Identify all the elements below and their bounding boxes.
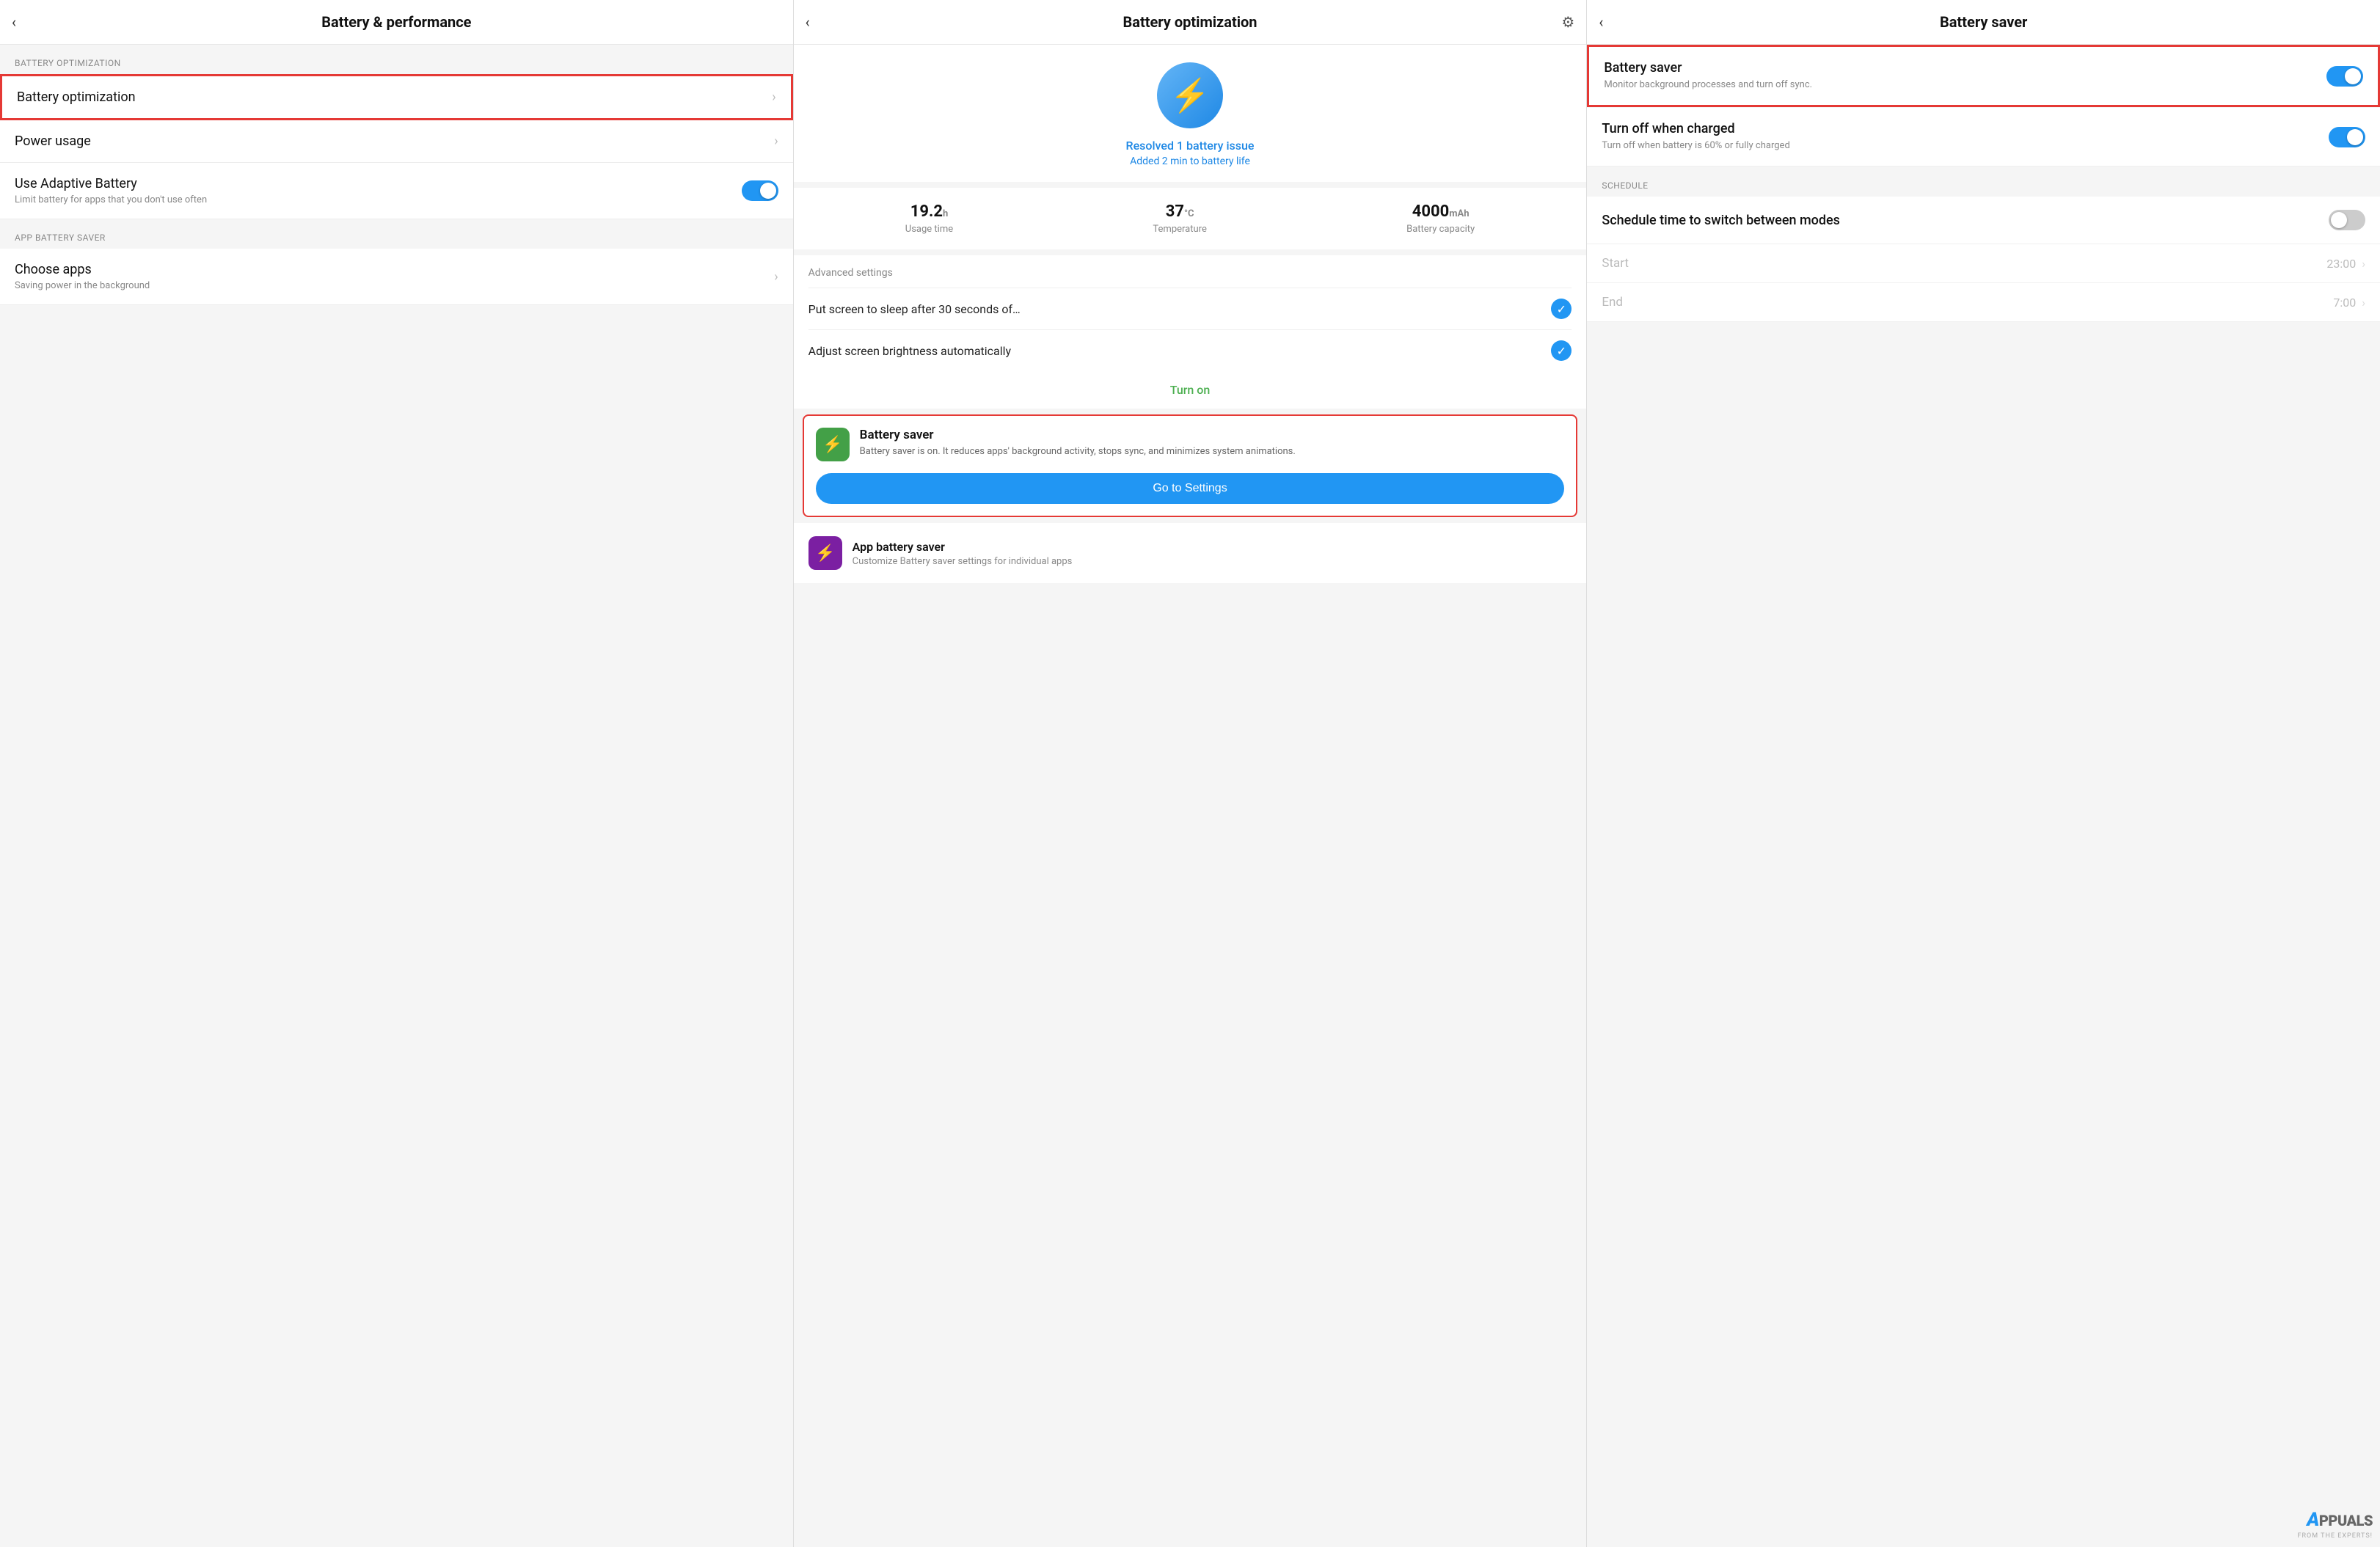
start-time-item[interactable]: Start 23:00 › [1587,244,2380,283]
capacity-stat: 4000mAh Battery capacity [1406,202,1475,235]
battery-stats: 19.2h Usage time 37°C Temperature 4000mA… [794,188,1587,249]
panel2-back-icon[interactable]: ‹ [806,13,810,31]
end-value: 7:00 [2333,296,2356,310]
app-saver-icon-box: ⚡ [808,536,842,570]
schedule-mode-toggle[interactable] [2329,210,2365,230]
panel-battery-saver: ‹ Battery saver Battery saver Monitor ba… [1586,0,2380,1547]
advanced-settings: Advanced settings Put screen to sleep af… [794,255,1587,409]
added-text: Added 2 min to battery life [1130,156,1250,167]
panel3-header: ‹ Battery saver [1587,0,2380,45]
section-battery-opt-label: BATTERY OPTIMIZATION [0,45,793,74]
battery-saver-toggle-card: Battery saver Monitor background process… [1587,45,2380,107]
back-arrow-icon[interactable]: ‹ [12,13,16,31]
resolved-text: Resolved 1 battery issue [1126,139,1255,153]
turn-off-charged-toggle[interactable] [2329,127,2365,147]
app-saver-bolt-icon: ⚡ [815,544,835,563]
usage-value: 19.2h [905,202,953,221]
turn-off-charged-sub: Turn off when battery is 60% or fully ch… [1602,139,2320,153]
schedule-label: SCHEDULE [1587,167,2380,197]
sleep-setting-text: Put screen to sleep after 30 seconds of… [808,302,1552,316]
usage-stat: 19.2h Usage time [905,202,953,235]
power-usage-chevron: › [774,134,778,149]
schedule-mode-item[interactable]: Schedule time to switch between modes [1587,197,2380,244]
brightness-setting-item[interactable]: Adjust screen brightness automatically ✓ [808,329,1572,371]
app-saver-title: App battery saver [853,540,1073,554]
usage-label: Usage time [905,224,953,235]
adaptive-battery-subtitle: Limit battery for apps that you don't us… [15,194,733,205]
saver-icon-box: ⚡ [816,428,850,461]
choose-apps-title: Choose apps [15,262,768,277]
panel1-title: Battery & performance [321,13,471,31]
advanced-label: Advanced settings [808,267,1572,279]
section-app-saver-label: APP BATTERY SAVER [0,219,793,249]
battery-saver-card[interactable]: ⚡ Battery saver Battery saver is on. It … [803,414,1578,517]
turn-off-charged-item[interactable]: Turn off when charged Turn off when batt… [1587,108,2380,167]
watermark-logo: APPUALS [2307,1509,2373,1531]
turn-on-button[interactable]: Turn on [808,371,1572,409]
watermark: APPUALS FROM THE EXPERTS! [2298,1509,2373,1540]
end-time-item[interactable]: End 7:00 › [1587,283,2380,322]
capacity-label: Battery capacity [1406,224,1475,235]
capacity-value: 4000mAh [1406,202,1475,221]
brightness-check-icon: ✓ [1551,340,1572,361]
battery-hero: ⚡ Resolved 1 battery issue Added 2 min t… [794,45,1587,182]
choose-apps-subtitle: Saving power in the background [15,280,768,291]
adaptive-battery-item[interactable]: Use Adaptive Battery Limit battery for a… [0,163,793,219]
battery-circle-icon: ⚡ [1157,62,1223,128]
end-chevron-icon: › [2362,296,2365,310]
battery-saver-item-title: Battery saver [1604,60,2318,76]
saver-bolt-icon: ⚡ [822,436,842,454]
choose-apps-item[interactable]: Choose apps Saving power in the backgrou… [0,249,793,305]
app-saver-subtitle: Customize Battery saver settings for ind… [853,556,1073,567]
battery-saver-item-sub: Monitor background processes and turn of… [1604,78,2318,92]
go-to-settings-button[interactable]: Go to Settings [816,473,1565,504]
panel3-title: Battery saver [1940,13,2027,31]
start-label: Start [1602,256,2326,271]
sleep-check-icon: ✓ [1551,299,1572,319]
battery-optimization-title: Battery optimization [17,89,766,105]
panel3-back-icon[interactable]: ‹ [1599,13,1603,31]
panel1-header: ‹ Battery & performance [0,0,793,45]
battery-saver-toggle[interactable] [2326,66,2363,87]
saver-card-header: ⚡ Battery saver Battery saver is on. It … [816,428,1565,461]
panel2-header: ‹ Battery optimization ⚙ [794,0,1587,45]
start-value: 23:00 [2326,257,2356,271]
choose-apps-chevron: › [774,269,778,285]
panel1-content: BATTERY OPTIMIZATION Battery optimizatio… [0,45,793,1547]
watermark-tagline: FROM THE EXPERTS! [2298,1532,2373,1540]
saver-card-title: Battery saver [860,428,1296,442]
panel2-content: ⚡ Resolved 1 battery issue Added 2 min t… [794,45,1587,1547]
temp-label: Temperature [1153,224,1206,235]
watermark-a: A [2307,1509,2319,1531]
temp-stat: 37°C Temperature [1153,202,1206,235]
power-usage-title: Power usage [15,134,768,149]
schedule-card: Schedule time to switch between modes St… [1587,197,2380,322]
start-chevron-icon: › [2362,257,2365,271]
battery-saver-toggle-item[interactable]: Battery saver Monitor background process… [1587,45,2380,107]
sleep-setting-item[interactable]: Put screen to sleep after 30 seconds of…… [808,288,1572,329]
app-battery-saver-item[interactable]: ⚡ App battery saver Customize Battery sa… [794,523,1587,583]
end-label: End [1602,295,2333,310]
battery-optimization-chevron: › [772,89,775,105]
adaptive-battery-title: Use Adaptive Battery [15,176,733,191]
schedule-mode-title: Schedule time to switch between modes [1602,213,2320,228]
gear-icon[interactable]: ⚙ [1561,13,1574,31]
brightness-setting-text: Adjust screen brightness automatically [808,344,1552,358]
temp-value: 37°C [1153,202,1206,221]
turn-off-charged-card: Turn off when charged Turn off when batt… [1587,108,2380,167]
panel2-title: Battery optimization [1123,13,1257,31]
bolt-icon: ⚡ [1170,76,1211,114]
adaptive-battery-toggle[interactable] [742,180,778,201]
panel-battery-performance: ‹ Battery & performance BATTERY OPTIMIZA… [0,0,793,1547]
turn-off-charged-title: Turn off when charged [1602,121,2320,136]
panel3-content: Battery saver Monitor background process… [1587,45,2380,1547]
saver-card-desc: Battery saver is on. It reduces apps' ba… [860,445,1296,458]
power-usage-item[interactable]: Power usage › [0,120,793,163]
panel-battery-optimization: ‹ Battery optimization ⚙ ⚡ Resolved 1 ba… [793,0,1587,1547]
battery-optimization-item[interactable]: Battery optimization › [0,74,793,120]
